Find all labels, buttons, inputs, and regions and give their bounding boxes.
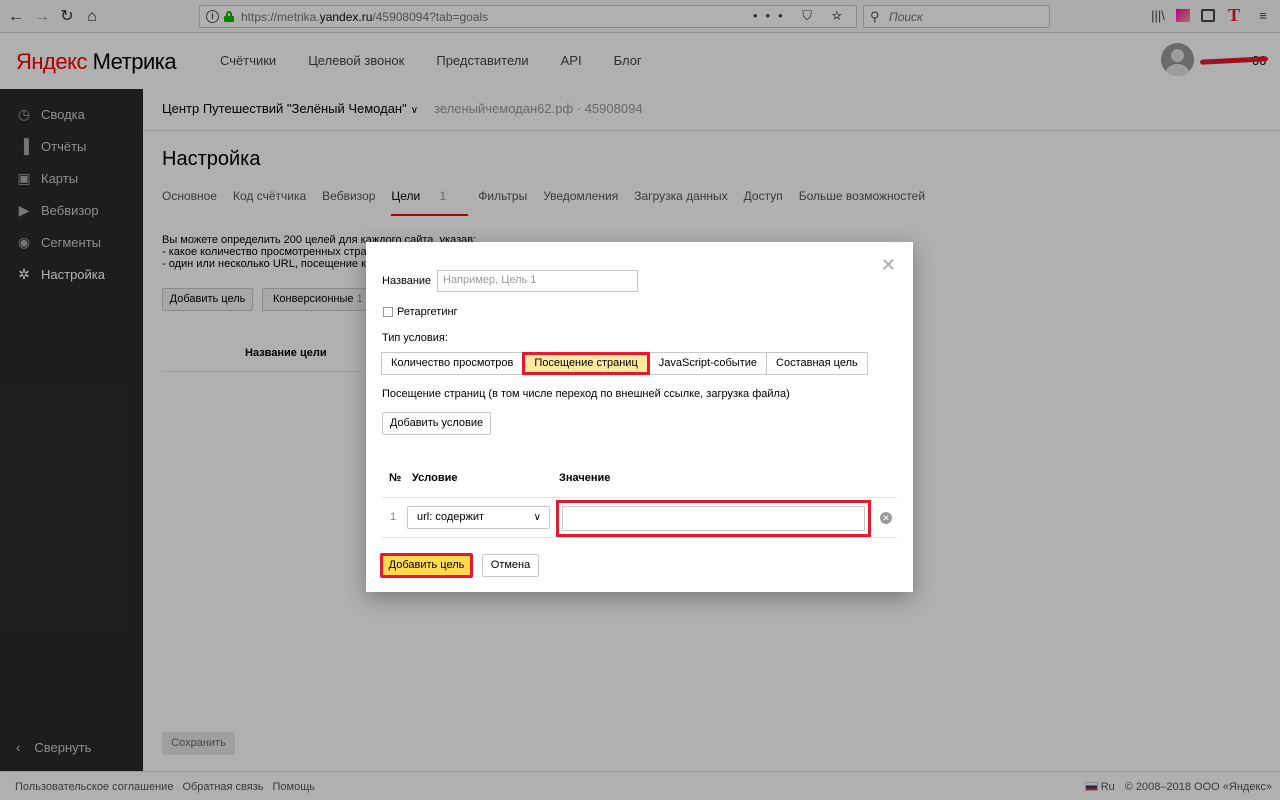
value-highlight xyxy=(556,500,871,537)
submit-goal-button[interactable]: Добавить цель xyxy=(380,553,473,578)
cancel-button[interactable]: Отмена xyxy=(482,554,539,577)
remove-condition-icon[interactable]: ✕ xyxy=(880,512,892,524)
condition-page-visit[interactable]: Посещение страниц xyxy=(522,352,650,375)
goal-name-input[interactable]: Например, Цель 1 xyxy=(437,270,638,292)
condition-views[interactable]: Количество просмотров xyxy=(381,352,524,375)
condition-type-label: Тип условия: xyxy=(382,332,448,344)
col-value-header: Значение xyxy=(559,472,611,484)
add-condition-button[interactable]: Добавить условие xyxy=(382,412,491,435)
chevron-down-icon: ∨ xyxy=(533,512,541,523)
condition-js-event[interactable]: JavaScript-событие xyxy=(648,352,768,375)
condition-select[interactable]: url: содержит ∨ xyxy=(407,506,550,529)
row-number: 1 xyxy=(390,511,397,523)
add-goal-dialog: ✕ Название Например, Цель 1 Ретаргетинг … xyxy=(366,242,913,592)
condition-description: Посещение страниц (в том числе переход п… xyxy=(382,388,790,400)
retargeting-checkbox[interactable] xyxy=(383,307,393,317)
divider xyxy=(382,537,897,538)
value-input[interactable] xyxy=(562,506,865,531)
name-label: Название xyxy=(382,275,432,287)
col-num-header: № xyxy=(389,472,402,484)
retargeting-label: Ретаргетинг xyxy=(397,306,458,318)
divider xyxy=(382,497,897,498)
condition-composite[interactable]: Составная цель xyxy=(766,352,868,375)
condition-type-switch: Количество просмотров Посещение страниц … xyxy=(381,352,868,375)
col-condition-header: Условие xyxy=(412,472,458,484)
close-icon[interactable]: ✕ xyxy=(881,256,896,274)
